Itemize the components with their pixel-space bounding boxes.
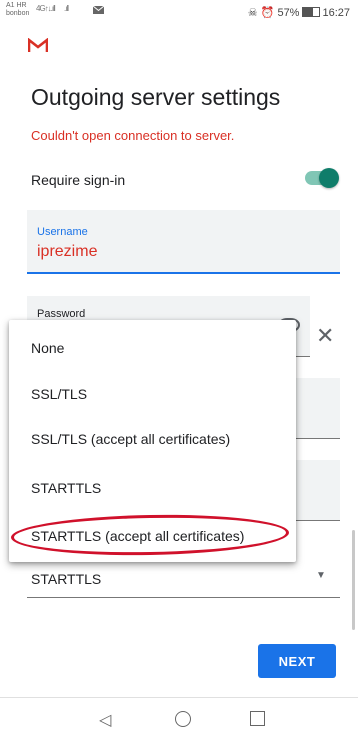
gmail-logo-icon: [28, 38, 48, 52]
chevron-down-icon[interactable]: ▼: [316, 570, 326, 581]
battery-icon: [302, 7, 321, 17]
nav-home-icon[interactable]: [175, 711, 191, 727]
signal-icon-2: .ıll: [64, 4, 69, 13]
next-button[interactable]: NEXT: [258, 644, 336, 678]
scrollbar[interactable]: [352, 530, 355, 630]
security-select-underline: [27, 597, 340, 598]
mail-notification-icon: [93, 6, 104, 14]
password-label: Password: [37, 308, 86, 320]
require-signin-label: Require sign-in: [31, 172, 126, 188]
nav-recent-icon[interactable]: [250, 711, 265, 726]
signal-icon: 4G↑↓.ıll: [36, 4, 56, 13]
status-bar: A1 HR bonbon 4G↑↓.ıll .ıll ☠ ⏰ 57% 16:27: [0, 0, 358, 24]
option-starttls[interactable]: STARTTLS: [31, 480, 101, 496]
close-icon[interactable]: ✕: [316, 325, 334, 347]
require-signin-toggle[interactable]: [305, 168, 339, 188]
toggle-knob: [319, 168, 339, 188]
option-ssl-tls-accept-all[interactable]: SSL/TLS (accept all certificates): [31, 431, 230, 447]
status-icons: ☠ ⏰ 57%: [247, 7, 300, 19]
nav-back-icon[interactable]: ◁: [99, 710, 111, 730]
security-type-value[interactable]: STARTTLS: [31, 571, 101, 587]
option-ssl-tls[interactable]: SSL/TLS: [31, 386, 87, 402]
username-value: iprezime: [37, 243, 98, 260]
page-title: Outgoing server settings: [31, 84, 281, 110]
error-message: Couldn't open connection to server.: [31, 128, 235, 143]
carrier-line1: A1 HR: [6, 2, 27, 9]
clock: 16:27: [322, 7, 350, 19]
carrier-name: A1 HR bonbon: [6, 2, 29, 18]
username-label: Username: [37, 226, 88, 238]
username-field[interactable]: Username iprezime: [27, 210, 340, 274]
option-none[interactable]: None: [31, 340, 64, 356]
status-right: ☠ ⏰ 57% 16:27: [248, 6, 350, 19]
carrier-line2: bonbon: [6, 10, 30, 17]
